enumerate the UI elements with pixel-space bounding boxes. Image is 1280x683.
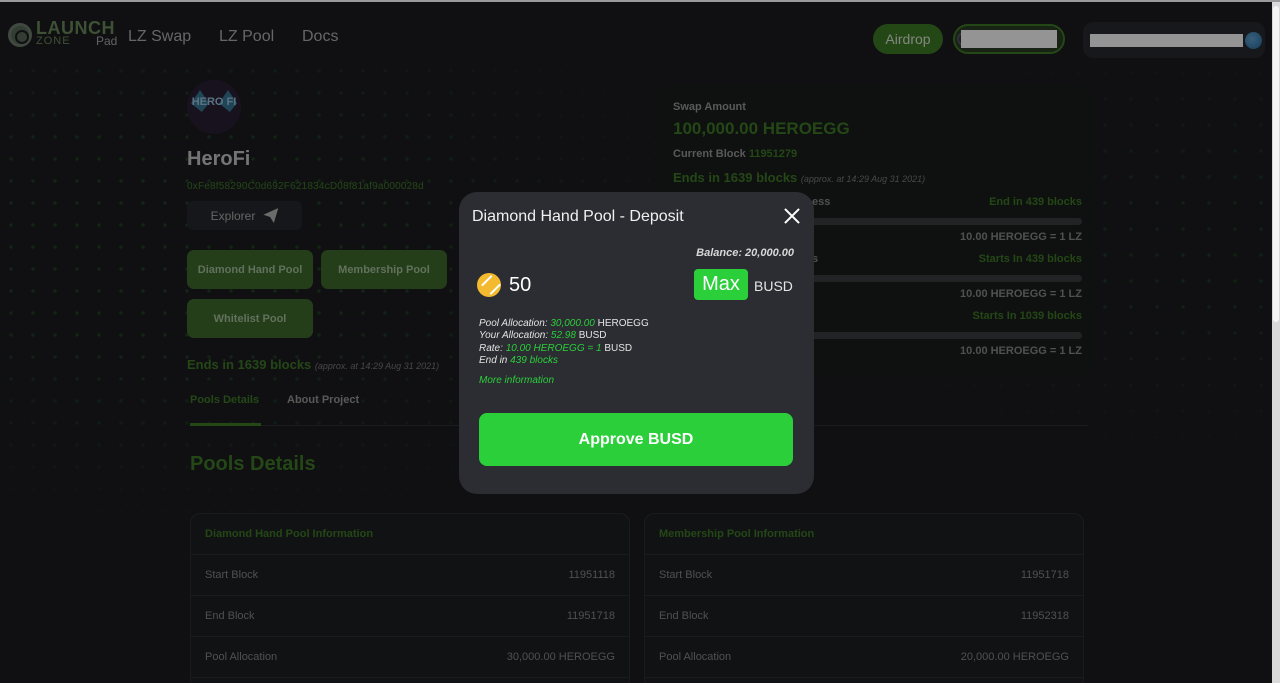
pool-allocation-label: Pool Allocation:	[479, 318, 548, 329]
rate-label: Rate:	[479, 343, 503, 354]
approve-busd-button[interactable]: Approve BUSD	[479, 413, 793, 466]
pool-allocation-line: Pool Allocation: 30,000.00 HEROEGG	[479, 318, 649, 330]
max-button[interactable]: Max	[694, 269, 748, 300]
pool-allocation-value: 30,000.00	[550, 318, 595, 329]
end-in-value: 439 blocks	[510, 355, 558, 366]
balance-text: Balance: 20,000.00	[696, 247, 794, 259]
deposit-modal: Diamond Hand Pool - Deposit Balance: 20,…	[459, 192, 814, 494]
deposit-amount-input[interactable]	[509, 271, 659, 299]
page-scrollbar[interactable]	[1272, 2, 1280, 683]
approve-label: Approve	[578, 430, 644, 448]
approve-currency: BUSD	[648, 430, 694, 448]
close-icon[interactable]	[783, 207, 801, 225]
rate-unit: BUSD	[604, 343, 633, 354]
rate-line: Rate: 10.00 HEROEGG = 1 BUSD	[479, 343, 632, 355]
pool-allocation-unit: HEROEGG	[597, 318, 649, 329]
more-information-link[interactable]: More information	[479, 375, 554, 386]
your-allocation-line: Your Allocation: 52.98 BUSD	[479, 330, 607, 342]
scrollbar-thumb[interactable]	[1273, 6, 1279, 322]
end-in-label: End in	[479, 355, 508, 366]
modal-title: Diamond Hand Pool - Deposit	[472, 208, 684, 225]
your-allocation-label: Your Allocation:	[479, 330, 549, 341]
busd-coin-icon	[477, 273, 501, 297]
your-allocation-unit: BUSD	[578, 330, 607, 341]
currency-label: BUSD	[754, 278, 793, 294]
rate-value: 10.00 HEROEGG = 1	[505, 343, 602, 354]
your-allocation-value: 52.98	[550, 330, 576, 341]
end-in-line: End in 439 blocks	[479, 355, 558, 367]
